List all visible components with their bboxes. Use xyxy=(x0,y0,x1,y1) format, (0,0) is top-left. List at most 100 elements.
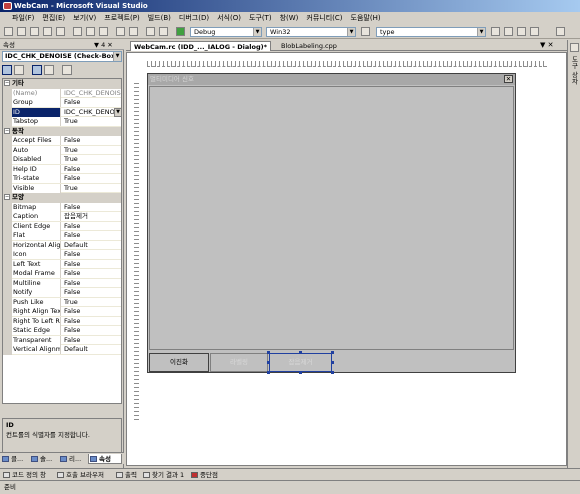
menu-format[interactable]: 서식(O) xyxy=(213,12,245,25)
property-value[interactable]: Default xyxy=(62,241,121,250)
resize-handle[interactable] xyxy=(267,361,270,364)
tab-resource-view[interactable]: 리... xyxy=(59,454,81,464)
property-value[interactable]: Default xyxy=(62,345,121,354)
resize-handle[interactable] xyxy=(299,371,302,374)
collapse-icon[interactable]: − xyxy=(4,80,10,86)
property-value[interactable]: False xyxy=(62,174,121,183)
navigate-back-icon[interactable] xyxy=(146,27,155,36)
property-row[interactable]: Bitmap False xyxy=(3,202,121,213)
labeling-button[interactable]: 라벨링 xyxy=(210,353,268,372)
control-events-icon[interactable] xyxy=(44,65,54,75)
property-row[interactable]: Right To Left ReadingFalse xyxy=(3,316,121,327)
toolbar-options-icon[interactable] xyxy=(556,27,565,36)
resize-handle[interactable] xyxy=(331,371,334,374)
cut-icon[interactable] xyxy=(73,27,82,36)
property-value[interactable]: False xyxy=(62,222,121,231)
start-debug-icon[interactable] xyxy=(176,27,185,36)
denoise-button[interactable]: 잡음제거 xyxy=(269,353,332,372)
property-value[interactable]: IDC_CHK_DENOISE ▼ xyxy=(62,107,121,117)
close-icon[interactable]: ✕ xyxy=(504,75,513,83)
toolbox-icon[interactable] xyxy=(570,43,579,52)
property-value[interactable]: True xyxy=(62,146,121,155)
property-value[interactable]: 잡음제거 xyxy=(62,212,121,221)
resize-handle[interactable] xyxy=(299,351,302,354)
menu-debug[interactable]: 디버그(D) xyxy=(175,12,213,25)
property-row[interactable]: Multiline False xyxy=(3,278,121,289)
toolbox-strip[interactable]: 도구 상자 xyxy=(567,40,580,468)
open-file-icon[interactable] xyxy=(30,27,39,36)
property-value[interactable]: True xyxy=(62,184,121,193)
paste-icon[interactable] xyxy=(99,27,108,36)
object-browser-icon[interactable] xyxy=(517,27,526,36)
menu-help[interactable]: 도움말(H) xyxy=(347,12,385,25)
property-row[interactable]: Caption 잡음제거 xyxy=(3,212,121,222)
edited-dialog[interactable]: 멀티미디어 신호 ✕ 이진화 라벨링 잡음제거 xyxy=(147,73,516,374)
solution-explorer-icon[interactable] xyxy=(491,27,500,36)
panel-pin-controls[interactable]: ▼ 4 ✕ xyxy=(94,40,113,50)
save-all-icon[interactable] xyxy=(56,27,65,36)
copy-icon[interactable] xyxy=(86,27,95,36)
tab-call-browser[interactable]: 호출 브라우저 xyxy=(56,470,104,480)
property-row[interactable]: Client Edge False xyxy=(3,221,121,232)
property-value[interactable]: False xyxy=(62,260,121,269)
property-row[interactable]: Tri-state False xyxy=(3,174,121,184)
tab-bloblabeling-cpp[interactable]: BlobLabeling.cpp xyxy=(278,41,340,51)
platform-combo[interactable]: Win32 ▼ xyxy=(266,27,356,37)
chevron-down-icon[interactable]: ▼ xyxy=(114,107,121,117)
property-value[interactable]: True xyxy=(62,117,121,126)
redo-icon[interactable] xyxy=(129,27,138,36)
property-value[interactable]: False xyxy=(62,336,121,345)
property-value[interactable]: False xyxy=(62,203,121,212)
find-in-files-icon[interactable] xyxy=(361,27,370,36)
property-value[interactable]: False xyxy=(62,165,121,174)
property-row[interactable]: Accept Files False xyxy=(3,136,121,146)
property-row[interactable]: Help ID False xyxy=(3,164,121,175)
alphabetical-icon[interactable] xyxy=(14,65,24,75)
menu-view[interactable]: 보기(V) xyxy=(69,12,100,25)
tab-class-view[interactable]: 클... xyxy=(1,454,23,464)
resize-handle[interactable] xyxy=(331,351,334,354)
add-item-icon[interactable] xyxy=(17,27,26,36)
property-row[interactable]: Tabstop True xyxy=(3,117,121,127)
property-value[interactable]: False xyxy=(62,231,121,240)
tab-webcam-rc[interactable]: WebCam.rc (IDD_..._IALOG - Dialog)* xyxy=(130,41,271,51)
property-row[interactable]: Transparent False xyxy=(3,335,121,346)
property-row[interactable]: Static Edge False xyxy=(3,326,121,336)
tab-breakpoints[interactable]: 중단점 xyxy=(190,470,218,480)
menu-tools[interactable]: 도구(T) xyxy=(245,12,276,25)
resize-handle[interactable] xyxy=(267,371,270,374)
property-value[interactable]: False xyxy=(62,307,121,316)
property-category[interactable]: − 기타 xyxy=(3,79,121,89)
property-value[interactable]: False xyxy=(62,279,121,288)
tab-solution-explorer[interactable]: 솔... xyxy=(30,454,52,464)
property-value[interactable]: False xyxy=(62,288,121,297)
property-value[interactable]: False xyxy=(62,317,121,326)
property-row[interactable]: Horizontal AlignmentDefault xyxy=(3,240,121,251)
tab-code-definition[interactable]: 코드 정의 창 xyxy=(2,470,46,480)
navigate-forward-icon[interactable] xyxy=(159,27,168,36)
menu-file[interactable]: 파일(F) xyxy=(8,12,38,25)
binarize-button[interactable]: 이진화 xyxy=(149,353,209,372)
solution-config-combo[interactable]: Debug ▼ xyxy=(190,27,262,37)
collapse-icon[interactable]: − xyxy=(4,194,10,200)
tab-output[interactable]: 출력 xyxy=(115,470,137,480)
object-selector-combo[interactable]: IDC_CHK_DENOISE (Check-Box Control) ▼ xyxy=(2,51,122,62)
resize-handle[interactable] xyxy=(267,351,270,354)
property-value[interactable]: True xyxy=(62,298,121,307)
property-category[interactable]: − 동작 xyxy=(3,126,121,136)
property-row[interactable]: (Name) IDC_CHK_DENOISE xyxy=(3,88,121,99)
dialog-picture-frame[interactable] xyxy=(149,86,514,350)
property-value[interactable]: False xyxy=(62,98,121,107)
property-row[interactable]: Left Text False xyxy=(3,259,121,270)
property-row[interactable]: Icon False xyxy=(3,250,121,260)
menu-window[interactable]: 창(W) xyxy=(276,12,303,25)
save-icon[interactable] xyxy=(43,27,52,36)
property-value[interactable]: False xyxy=(62,326,121,335)
menu-edit[interactable]: 편집(E) xyxy=(38,12,69,25)
property-row[interactable]: Modal Frame False xyxy=(3,269,121,279)
menu-project[interactable]: 프로젝트(P) xyxy=(100,12,143,25)
undo-icon[interactable] xyxy=(116,27,125,36)
property-row[interactable]: Group False xyxy=(3,98,121,108)
categorized-icon[interactable] xyxy=(2,65,12,75)
property-row[interactable]: Disabled True xyxy=(3,155,121,165)
